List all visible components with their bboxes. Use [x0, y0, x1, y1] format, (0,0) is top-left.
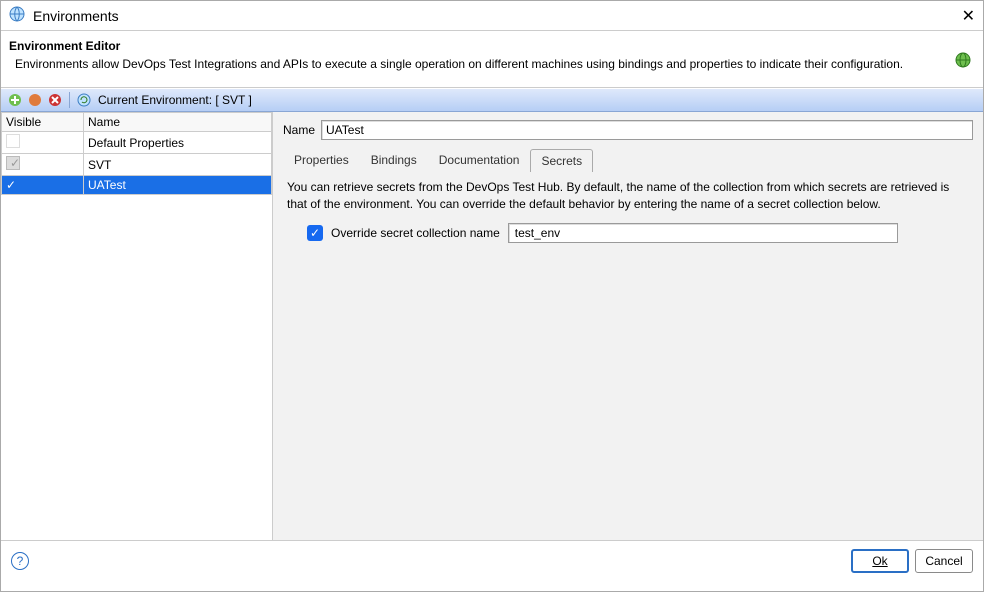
tab-secrets[interactable]: Secrets [530, 149, 593, 172]
environment-editor-panel: Name Properties Bindings Documentation S… [273, 112, 983, 540]
header-description: Environments allow DevOps Test Integrati… [9, 57, 947, 71]
env-name-cell[interactable]: UATest [84, 176, 272, 195]
env-name-cell[interactable]: SVT [84, 154, 272, 176]
help-icon[interactable]: ? [11, 552, 29, 570]
add-env-icon[interactable] [7, 92, 23, 108]
refresh-env-icon[interactable] [76, 92, 92, 108]
secrets-description: You can retrieve secrets from the DevOps… [287, 179, 969, 213]
cancel-button[interactable]: Cancel [915, 549, 973, 573]
col-visible[interactable]: Visible [2, 113, 84, 132]
delete-env-icon[interactable] [47, 92, 63, 108]
name-label: Name [283, 123, 315, 137]
globe-icon [955, 52, 971, 71]
toolbar: Current Environment: [ SVT ] [1, 88, 983, 112]
dialog-footer: ? Ok Cancel [1, 540, 983, 580]
visible-cell[interactable] [2, 132, 84, 154]
header-title: Environment Editor [9, 39, 947, 53]
environment-name-input[interactable] [321, 120, 973, 140]
tabs: Properties Bindings Documentation Secret… [283, 148, 973, 171]
env-name-cell[interactable]: Default Properties [84, 132, 272, 154]
window-title: Environments [33, 8, 962, 24]
visible-cell[interactable]: ✓ [2, 154, 84, 176]
header-panel: Environment Editor Environments allow De… [1, 31, 983, 88]
visible-cell[interactable]: ✓ [2, 176, 84, 195]
override-collection-checkbox[interactable] [307, 225, 323, 241]
table-row[interactable]: ✓ SVT [2, 154, 272, 176]
tab-bindings[interactable]: Bindings [360, 148, 428, 171]
tab-documentation[interactable]: Documentation [428, 148, 531, 171]
environments-list-panel: Visible Name Default Properties ✓ SVT [1, 112, 273, 540]
copy-env-icon[interactable] [27, 92, 43, 108]
collection-name-input[interactable] [508, 223, 898, 243]
app-icon [9, 6, 25, 25]
secrets-tab-content: You can retrieve secrets from the DevOps… [283, 171, 973, 251]
main-content: Visible Name Default Properties ✓ SVT [1, 112, 983, 540]
current-environment-label: Current Environment: [ SVT ] [98, 93, 252, 107]
toolbar-separator [69, 92, 70, 108]
table-row[interactable]: ✓ UATest [2, 176, 272, 195]
tab-properties[interactable]: Properties [283, 148, 360, 171]
override-collection-label: Override secret collection name [331, 226, 500, 240]
table-row[interactable]: Default Properties [2, 132, 272, 154]
environments-table: Visible Name Default Properties ✓ SVT [1, 112, 272, 195]
col-name[interactable]: Name [84, 113, 272, 132]
ok-button[interactable]: Ok [851, 549, 909, 573]
close-icon[interactable]: ✕ [962, 6, 975, 26]
titlebar: Environments ✕ [1, 1, 983, 31]
